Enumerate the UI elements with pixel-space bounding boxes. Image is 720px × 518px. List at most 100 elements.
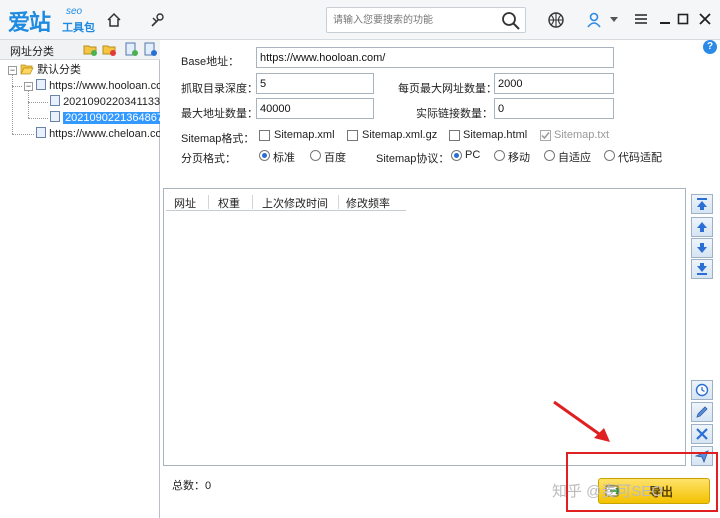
move-bottom-button[interactable] <box>691 259 713 279</box>
sitemap-protocol-label: Sitemap协议： <box>376 153 450 165</box>
column-header-last-modified[interactable]: 上次修改时间 <box>262 195 328 211</box>
base-url-label: Base地址： <box>181 56 240 68</box>
category-panel: 网址分类 − 默认分类 − https://www.hooloan.com 20… <box>0 40 160 518</box>
protocol-code-label: 代码适配 <box>618 152 662 164</box>
delete-x-icon <box>696 428 708 440</box>
tree-line <box>28 88 29 118</box>
format-txt-label: Sitemap.txt <box>554 129 610 141</box>
table-header: 网址 权重 上次修改时间 修改频率 <box>166 193 406 211</box>
tree-line <box>12 86 22 87</box>
page-format-label: 分页格式： <box>181 153 236 165</box>
move-up-button[interactable] <box>691 217 713 237</box>
maximize-icon[interactable] <box>674 10 692 28</box>
basketball-icon[interactable] <box>544 8 568 32</box>
app-window: 爱站 seo 工具包 请输入您要搜索的功能 网址分类 − 默认分类 − http… <box>0 0 720 518</box>
tree-item-site-cheloan[interactable]: https://www.cheloan.com <box>36 126 160 142</box>
page-standard-label: 标准 <box>273 152 295 164</box>
tree-item-label: 20210902213648671 <box>63 112 160 124</box>
total-count: 总数：0 <box>172 480 212 492</box>
move-top-icon <box>697 198 707 210</box>
minimize-icon[interactable] <box>656 10 674 28</box>
protocol-mobile-label: 移动 <box>508 152 530 164</box>
sitemap-format-label: Sitemap格式： <box>181 133 255 145</box>
actual-links-label: 实际链接数量： <box>416 108 493 120</box>
user-icon[interactable] <box>582 8 606 32</box>
protocol-pc-radio[interactable] <box>451 150 462 161</box>
column-separator <box>208 195 209 209</box>
tree-item-root[interactable]: 默认分类 <box>20 62 160 78</box>
tree-line <box>12 70 13 134</box>
tree-item-site-hooloan[interactable]: https://www.hooloan.com <box>36 78 160 94</box>
delete-button[interactable] <box>691 424 713 444</box>
protocol-code-radio[interactable] <box>604 150 615 161</box>
clock-icon <box>695 383 709 397</box>
search-icon[interactable] <box>501 11 521 31</box>
max-per-page-input[interactable] <box>494 73 614 94</box>
page-standard-radio[interactable] <box>259 150 270 161</box>
tree-collapse-toggle[interactable]: − <box>8 66 17 75</box>
annotation-arrow-icon <box>553 400 610 442</box>
arrow-down-icon <box>697 243 707 253</box>
tree-line <box>28 102 48 103</box>
title-bar: 爱站 seo 工具包 <box>0 0 720 40</box>
max-address-input[interactable] <box>256 98 374 119</box>
actual-links-input[interactable] <box>494 98 614 119</box>
close-icon[interactable] <box>696 10 714 28</box>
tree-item-label: 默认分类 <box>37 64 82 76</box>
search-input[interactable] <box>333 12 493 29</box>
format-xmlgz-checkbox[interactable] <box>347 130 358 141</box>
logo-sub-text: 工具包 <box>62 22 95 34</box>
home-icon[interactable] <box>102 8 126 32</box>
format-xml-label: Sitemap.xml <box>274 129 335 141</box>
max-address-label: 最大地址数量： <box>181 108 258 120</box>
format-xml-checkbox[interactable] <box>259 130 270 141</box>
protocol-adaptive-label: 自适应 <box>558 152 591 164</box>
add-folder-icon[interactable] <box>83 42 98 57</box>
app-logo: 爱站 seo 工具包 <box>8 4 104 36</box>
column-header-url[interactable]: 网址 <box>174 195 196 211</box>
protocol-mobile-radio[interactable] <box>494 150 505 161</box>
page-baidu-radio[interactable] <box>310 150 321 161</box>
tree-item-sitemap[interactable]: 20210902203411337 <box>50 94 160 110</box>
folder-open-icon <box>20 64 34 75</box>
tree-line <box>12 134 34 135</box>
category-panel-header: 网址分类 <box>0 40 160 60</box>
page-icon <box>36 79 46 90</box>
pencil-icon <box>696 406 708 418</box>
clock-button[interactable] <box>691 380 713 400</box>
tree-line <box>28 118 48 119</box>
crawl-depth-input[interactable] <box>256 73 374 94</box>
delete-page-icon[interactable] <box>143 42 158 57</box>
page-icon <box>36 127 46 138</box>
protocol-pc-label: PC <box>465 149 481 161</box>
protocol-adaptive-radio[interactable] <box>544 150 555 161</box>
page-baidu-label: 百度 <box>324 152 346 164</box>
column-separator <box>338 195 339 209</box>
format-html-label: Sitemap.html <box>463 129 528 141</box>
edit-button[interactable] <box>691 402 713 422</box>
page-icon <box>50 111 60 122</box>
tree-item-sitemap-selected[interactable]: 20210902213648671 <box>50 110 160 126</box>
delete-folder-icon[interactable] <box>102 42 117 57</box>
column-header-weight[interactable]: 权重 <box>218 195 240 211</box>
column-header-change-frequency[interactable]: 修改频率 <box>346 195 390 211</box>
tools-icon[interactable] <box>146 8 170 32</box>
crawl-depth-label: 抓取目录深度： <box>181 83 258 95</box>
page-icon <box>50 95 60 106</box>
tree-item-label: 20210902203411337 <box>63 96 160 108</box>
base-url-input[interactable] <box>256 47 614 68</box>
help-icon[interactable]: ? <box>703 40 717 54</box>
move-down-button[interactable] <box>691 238 713 258</box>
max-per-page-label: 每页最大网址数量： <box>398 83 497 95</box>
tree-item-label: https://www.hooloan.com <box>49 80 160 92</box>
add-page-icon[interactable] <box>124 42 139 57</box>
chevron-down-icon[interactable] <box>608 8 620 32</box>
move-top-button[interactable] <box>691 194 713 214</box>
tree-collapse-toggle[interactable]: − <box>24 82 33 91</box>
format-html-checkbox[interactable] <box>449 130 460 141</box>
move-bottom-icon <box>697 263 707 275</box>
tree-item-label: https://www.cheloan.com <box>49 128 160 140</box>
format-txt-checkbox[interactable] <box>540 130 551 141</box>
menu-icon[interactable] <box>632 10 650 28</box>
logo-seo-text: seo <box>66 6 83 17</box>
